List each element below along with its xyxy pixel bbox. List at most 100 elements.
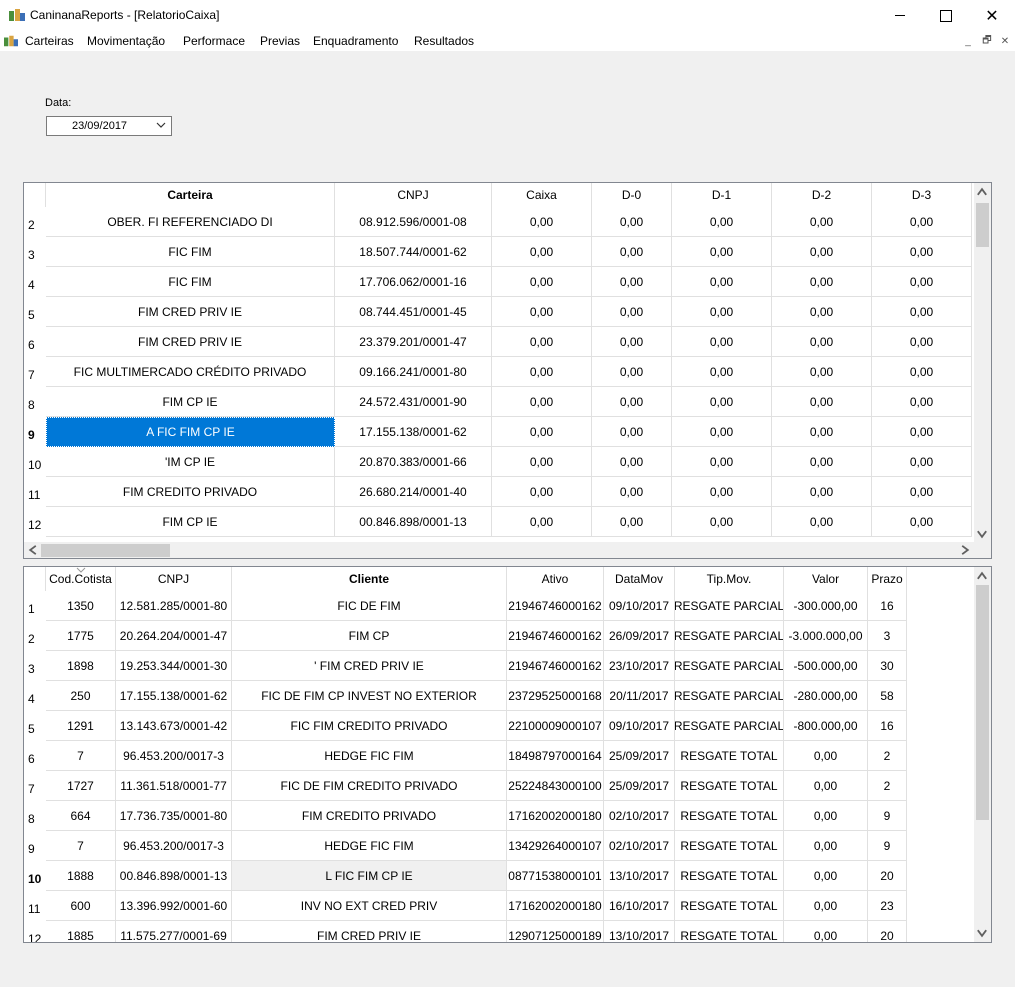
- cell-d0[interactable]: 0,00: [592, 447, 672, 477]
- cell-ativo[interactable]: 22100009000107: [507, 711, 604, 741]
- cell-valor[interactable]: 0,00: [784, 831, 868, 861]
- cell-cnpj[interactable]: 17.155.138/0001-62: [335, 417, 492, 447]
- row-header[interactable]: 8: [24, 387, 46, 417]
- cell-cliente[interactable]: HEDGE FIC FIM: [232, 741, 507, 771]
- cell-d1[interactable]: 0,00: [672, 267, 772, 297]
- cell-caixa[interactable]: 0,00: [492, 447, 592, 477]
- cell-d0[interactable]: 0,00: [592, 507, 672, 537]
- cell-cnpj[interactable]: 08.744.451/0001-45: [335, 297, 492, 327]
- cell-tip-mov[interactable]: RESGATE TOTAL: [675, 741, 784, 771]
- cell-cod-cotista[interactable]: 664: [46, 801, 116, 831]
- column-header-valor[interactable]: Valor: [784, 567, 868, 591]
- cell-prazo[interactable]: 2: [868, 771, 907, 801]
- row-header[interactable]: 12: [24, 921, 46, 942]
- table-row[interactable]: 4 FIC FIM 17.706.062/0001-16 0,00 0,00 0,00 0,…: [24, 267, 974, 297]
- cell-valor[interactable]: -500.000,00: [784, 651, 868, 681]
- cell-ativo[interactable]: 23729525000168: [507, 681, 604, 711]
- cell-cod-cotista[interactable]: 1898: [46, 651, 116, 681]
- cell-cod-cotista[interactable]: 1885: [46, 921, 116, 942]
- cell-d0[interactable]: 0,00: [592, 237, 672, 267]
- cell-d3[interactable]: 0,00: [872, 267, 972, 297]
- cell-cnpj[interactable]: 13.143.673/0001-42: [116, 711, 232, 741]
- cell-cliente[interactable]: INV NO EXT CRED PRIV: [232, 891, 507, 921]
- cell-cliente[interactable]: FIM CRED PRIV IE: [232, 921, 507, 942]
- cell-cnpj[interactable]: 17.155.138/0001-62: [116, 681, 232, 711]
- column-header-datamov[interactable]: DataMov: [604, 567, 675, 591]
- cell-tip-mov[interactable]: RESGATE PARCIAL: [675, 651, 784, 681]
- cell-ativo[interactable]: 21946746000162: [507, 621, 604, 651]
- cell-carteira[interactable]: FIM CRED PRIV IE: [46, 327, 335, 357]
- mdi-restore-button[interactable]: 🗗: [980, 35, 994, 48]
- row-header[interactable]: 1: [24, 591, 46, 621]
- scroll-right-icon[interactable]: [958, 543, 972, 557]
- scroll-down-icon[interactable]: [975, 926, 989, 940]
- cell-datamov[interactable]: 26/09/2017: [604, 621, 675, 651]
- row-header[interactable]: 6: [24, 741, 46, 771]
- row-header[interactable]: 11: [24, 477, 46, 507]
- cell-d1[interactable]: 0,00: [672, 297, 772, 327]
- cell-cod-cotista[interactable]: 600: [46, 891, 116, 921]
- cell-cliente[interactable]: FIC DE FIM CREDITO PRIVADO: [232, 771, 507, 801]
- row-header[interactable]: 10: [24, 447, 46, 477]
- cell-cnpj[interactable]: 24.572.431/0001-90: [335, 387, 492, 417]
- cell-cod-cotista[interactable]: 250: [46, 681, 116, 711]
- cell-carteira[interactable]: OBER. FI REFERENCIADO DI: [46, 207, 335, 237]
- vertical-scroll-thumb[interactable]: [976, 203, 989, 247]
- cell-d2[interactable]: 0,00: [772, 357, 872, 387]
- cell-d2[interactable]: 0,00: [772, 507, 872, 537]
- cell-cliente[interactable]: L FIC FIM CP IE: [232, 861, 507, 891]
- column-header-d3[interactable]: D-3: [872, 183, 972, 207]
- cell-ativo[interactable]: 17162002000180: [507, 891, 604, 921]
- mdi-close-button[interactable]: ✕: [998, 35, 1012, 48]
- cell-ativo[interactable]: 21946746000162: [507, 591, 604, 621]
- cell-datamov[interactable]: 20/11/2017: [604, 681, 675, 711]
- cell-cnpj[interactable]: 20.264.204/0001-47: [116, 621, 232, 651]
- cell-cnpj[interactable]: 26.680.214/0001-40: [335, 477, 492, 507]
- cell-ativo[interactable]: 18498797000164: [507, 741, 604, 771]
- menu-movimentacao[interactable]: Movimentação: [87, 34, 165, 48]
- cell-valor[interactable]: 0,00: [784, 801, 868, 831]
- table-row[interactable]: 10 'IM CP IE 20.870.383/0001-66 0,00 0,00 0,0…: [24, 447, 974, 477]
- cell-d1[interactable]: 0,00: [672, 327, 772, 357]
- table-row[interactable]: 8 664 17.736.735/0001-80 FIM CREDITO PRIVAD…: [24, 801, 974, 831]
- column-header-d1[interactable]: D-1: [672, 183, 772, 207]
- cell-d2[interactable]: 0,00: [772, 327, 872, 357]
- cell-cliente[interactable]: FIM CREDITO PRIVADO: [232, 801, 507, 831]
- row-header[interactable]: 11: [24, 891, 46, 921]
- close-button[interactable]: ✕: [969, 0, 1015, 31]
- cell-cnpj[interactable]: 17.706.062/0001-16: [335, 267, 492, 297]
- cell-datamov[interactable]: 25/09/2017: [604, 741, 675, 771]
- column-header-cliente[interactable]: Cliente: [232, 567, 507, 591]
- table-row[interactable]: 9 7 96.453.200/0017-3 HEDGE FIC FIM 13429264…: [24, 831, 974, 861]
- cell-cnpj[interactable]: 11.575.277/0001-69: [116, 921, 232, 942]
- cell-tip-mov[interactable]: RESGATE TOTAL: [675, 801, 784, 831]
- column-header-ativo[interactable]: Ativo: [507, 567, 604, 591]
- cell-carteira[interactable]: FIM CP IE: [46, 387, 335, 417]
- cell-d3[interactable]: 0,00: [872, 477, 972, 507]
- cell-prazo[interactable]: 16: [868, 591, 907, 621]
- row-header[interactable]: 9: [24, 831, 46, 861]
- row-header[interactable]: 2: [24, 621, 46, 651]
- cash-report-grid[interactable]: Carteira CNPJ Caixa D-0 D-1 D-2 D-3 2 OBE…: [23, 182, 992, 559]
- table-row[interactable]: 1 1350 12.581.285/0001-80 FIC DE FIM 2194674…: [24, 591, 974, 621]
- cell-ativo[interactable]: 08771538000101: [507, 861, 604, 891]
- cell-d3[interactable]: 0,00: [872, 507, 972, 537]
- row-header[interactable]: 12: [24, 507, 46, 537]
- table-row[interactable]: 4 250 17.155.138/0001-62 FIC DE FIM CP INVE…: [24, 681, 974, 711]
- vertical-scrollbar[interactable]: [974, 183, 991, 543]
- menu-carteiras[interactable]: Carteiras: [25, 34, 74, 48]
- cell-caixa[interactable]: 0,00: [492, 267, 592, 297]
- cell-d1[interactable]: 0,00: [672, 357, 772, 387]
- cell-cliente[interactable]: FIM CP: [232, 621, 507, 651]
- cell-d2[interactable]: 0,00: [772, 267, 872, 297]
- row-header[interactable]: 4: [24, 681, 46, 711]
- cell-d2[interactable]: 0,00: [772, 237, 872, 267]
- cell-cnpj[interactable]: 19.253.344/0001-30: [116, 651, 232, 681]
- cell-cnpj[interactable]: 00.846.898/0001-13: [335, 507, 492, 537]
- cell-prazo[interactable]: 9: [868, 801, 907, 831]
- table-row[interactable]: 7 1727 11.361.518/0001-77 FIC DE FIM CREDIT…: [24, 771, 974, 801]
- row-header[interactable]: 2: [24, 207, 46, 237]
- cell-cod-cotista[interactable]: 1350: [46, 591, 116, 621]
- cell-d0[interactable]: 0,00: [592, 417, 672, 447]
- cell-ativo[interactable]: 25224843000100: [507, 771, 604, 801]
